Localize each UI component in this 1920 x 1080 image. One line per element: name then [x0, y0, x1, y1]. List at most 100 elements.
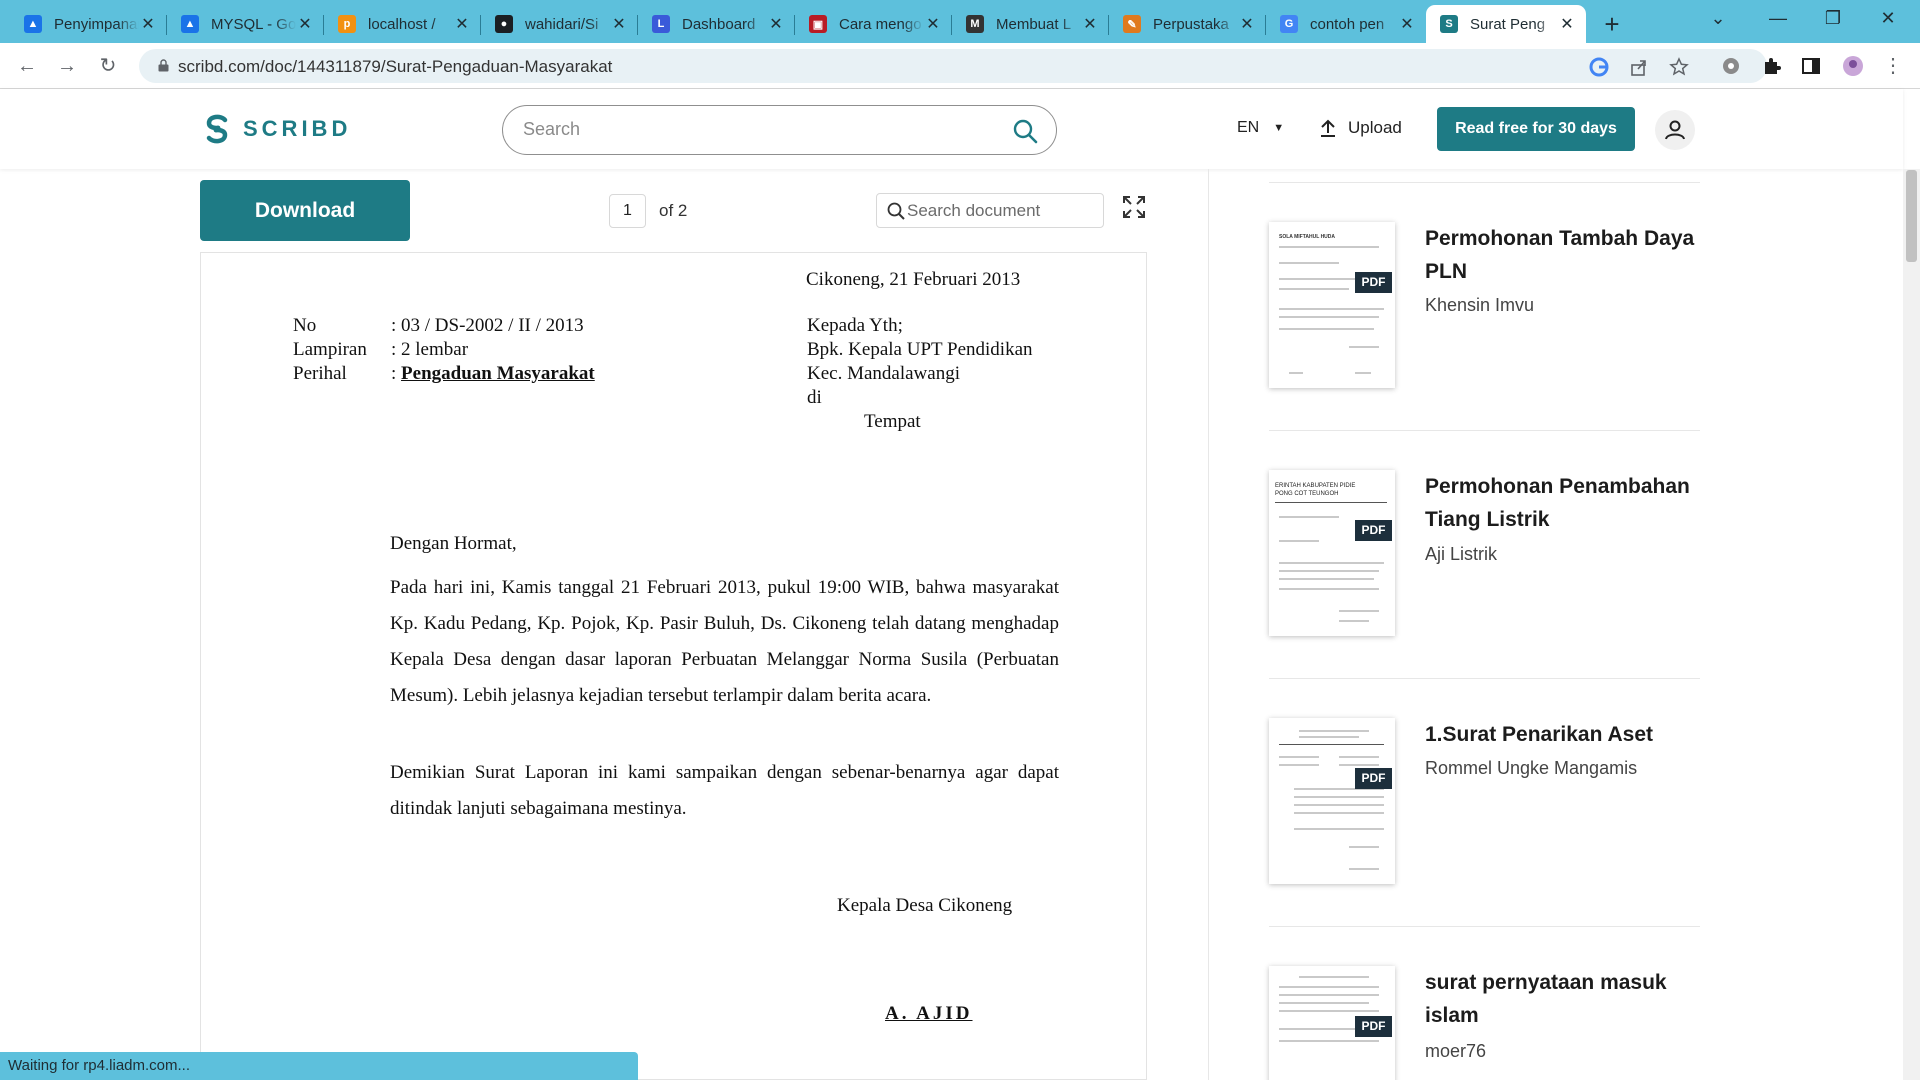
close-tab-icon[interactable]: ✕ [610, 14, 628, 34]
tab-favicon-icon: p [338, 15, 356, 33]
pdf-badge: PDF [1355, 1016, 1392, 1037]
address-bar[interactable]: scribd.com/doc/144311879/Surat-Pengaduan… [139, 49, 1767, 83]
browser-tab[interactable]: ▣ Cara mengo ✕ [795, 5, 952, 43]
close-tab-icon[interactable]: ✕ [296, 14, 314, 34]
meta-key: Perihal [293, 363, 347, 384]
pdf-badge: PDF [1355, 272, 1392, 293]
tab-favicon-icon: M [966, 15, 984, 33]
maximize-button[interactable]: ❐ [1821, 8, 1845, 29]
page-scrollbar[interactable] [1903, 169, 1920, 1080]
close-window-button[interactable]: ✕ [1876, 8, 1900, 29]
user-icon [1665, 120, 1685, 140]
recommendation-title[interactable]: 1.Surat Penarikan Aset [1425, 718, 1695, 751]
search-icon[interactable] [1012, 118, 1038, 144]
recommendation-author[interactable]: moer76 [1425, 1041, 1486, 1062]
scribd-logo[interactable]: SCRIBD [203, 113, 351, 145]
close-tab-icon[interactable]: ✕ [1081, 14, 1099, 34]
upload-button[interactable]: Upload [1318, 118, 1402, 138]
upload-icon [1321, 119, 1335, 137]
logo-text: SCRIBD [243, 116, 352, 141]
subject-text: Pengaduan Masyarakat [401, 363, 595, 384]
recommendation-title[interactable]: Permohonan Penambahan Tiang Listrik [1425, 470, 1695, 536]
back-arrow-icon[interactable]: ← [14, 53, 40, 79]
extension-gear-icon[interactable] [1720, 55, 1742, 77]
close-tab-icon[interactable]: ✕ [924, 14, 942, 34]
browser-tab[interactable]: ▲ Penyimpanan ✕ [10, 5, 167, 43]
new-tab-button[interactable]: + [1598, 9, 1626, 40]
recommendation-title[interactable]: Permohonan Tambah Daya PLN [1425, 222, 1695, 288]
share-icon[interactable] [1629, 57, 1649, 77]
close-tab-icon[interactable]: ✕ [767, 14, 785, 34]
tab-title: Perpustaka [1153, 15, 1229, 33]
browser-menu-icon[interactable]: ⋮ [1880, 53, 1906, 79]
recipient-line: Kec. Mandalawangi [807, 363, 960, 384]
lock-icon [158, 59, 169, 72]
close-tab-icon[interactable]: ✕ [1238, 14, 1256, 34]
recipient-line: di [807, 387, 822, 408]
scrollbar-thumb[interactable] [1906, 170, 1917, 262]
profile-avatar-icon[interactable] [1842, 55, 1864, 77]
tab-favicon-icon: ▣ [809, 15, 827, 33]
browser-tab[interactable]: ▲ MYSQL - Go ✕ [167, 5, 324, 43]
tab-title: Surat Peng [1470, 15, 1546, 33]
tab-title: Dashboard [682, 15, 756, 33]
document-thumbnail: ERINTAH KABUPATEN PIDIE PONG COT TEUNGOH… [1269, 470, 1395, 636]
tab-favicon-icon: L [652, 15, 670, 33]
recommendation-author[interactable]: Rommel Ungke Mangamis [1425, 758, 1637, 779]
tab-title: contoh pen [1310, 15, 1385, 33]
recommendation-author[interactable]: Khensin Imvu [1425, 295, 1534, 316]
google-icon[interactable] [1589, 57, 1609, 77]
browser-tab[interactable]: p localhost / ✕ [324, 5, 481, 43]
minimize-button[interactable]: — [1766, 8, 1790, 29]
meta-value: : 03 / DS-2002 / II / 2013 [391, 315, 584, 336]
tab-search-chevron-icon[interactable]: ⌄ [1706, 8, 1730, 29]
site-search [502, 105, 1057, 155]
reload-icon[interactable]: ↻ [95, 53, 121, 79]
browser-tab[interactable]: Gcontoh pen ✕ [1266, 5, 1426, 43]
document-thumbnail: PDF [1269, 966, 1395, 1080]
browser-tab[interactable]: ● wahidari/Si ✕ [481, 5, 638, 43]
loading-status: Waiting for rp4.liadm.com... [0, 1052, 638, 1080]
search-input[interactable] [523, 119, 993, 140]
close-tab-icon[interactable]: ✕ [1398, 14, 1416, 34]
sidebar-divider [1269, 430, 1700, 431]
recipient-line: Tempat [864, 411, 921, 432]
forward-arrow-icon[interactable]: → [54, 53, 80, 79]
tab-title: Cara mengo [839, 15, 922, 33]
side-panel-icon[interactable] [1800, 55, 1822, 77]
page-number-input[interactable]: 1 [609, 194, 646, 228]
browser-tab[interactable]: S Surat Peng ✕ [1426, 5, 1586, 43]
close-tab-icon[interactable]: ✕ [139, 14, 157, 34]
page-total: of 2 [659, 201, 688, 220]
browser-tab[interactable]: L Dashboard ✕ [638, 5, 795, 43]
browser-tab[interactable]: ✎ Perpustaka ✕ [1109, 5, 1266, 43]
sidebar-divider [1269, 678, 1700, 679]
recommendation-author[interactable]: Aji Listrik [1425, 544, 1497, 565]
tab-favicon-icon: ▲ [24, 15, 42, 33]
letter-date: Cikoneng, 21 Februari 2013 [806, 269, 1021, 290]
read-free-button[interactable]: Read free for 30 days [1437, 107, 1635, 151]
fullscreen-icon[interactable] [1122, 195, 1146, 219]
browser-tab[interactable]: M Membuat L ✕ [952, 5, 1109, 43]
close-tab-icon[interactable]: ✕ [453, 14, 471, 34]
letter-paragraph: Demikian Surat Laporan ini kami sampaika… [390, 762, 1059, 819]
tab-title: wahidari/Si [525, 15, 599, 33]
tab-title: Penyimpanan [54, 15, 139, 33]
download-button[interactable]: Download [200, 180, 410, 241]
meta-key: Lampiran [293, 339, 367, 360]
tab-favicon-icon: ● [495, 15, 513, 33]
tab-favicon-icon: ▲ [181, 15, 199, 33]
extensions-puzzle-icon[interactable] [1761, 55, 1783, 77]
language-selector[interactable]: EN ▼ [1237, 119, 1284, 137]
browser-toolbar: ← → ↻ scribd.com/doc/144311879/Surat-Pen… [0, 43, 1920, 89]
recommendation-title[interactable]: surat pernyataan masuk islam [1425, 966, 1695, 1032]
close-tab-icon[interactable]: ✕ [1558, 14, 1576, 34]
meta-value: : Pengaduan Masyarakat [391, 363, 595, 385]
account-button[interactable] [1655, 110, 1695, 150]
document-search-input[interactable] [907, 201, 1097, 221]
language-label: EN [1237, 119, 1260, 136]
recipient-line: Bpk. Kepala UPT Pendidikan [807, 339, 1033, 360]
thumbnail-heading: SOLA MIFTAHUL HUDA [1279, 234, 1336, 240]
site-header: SCRIBD EN ▼ Upload Read free for 30 days [0, 89, 1903, 169]
bookmark-star-icon[interactable] [1669, 57, 1689, 77]
